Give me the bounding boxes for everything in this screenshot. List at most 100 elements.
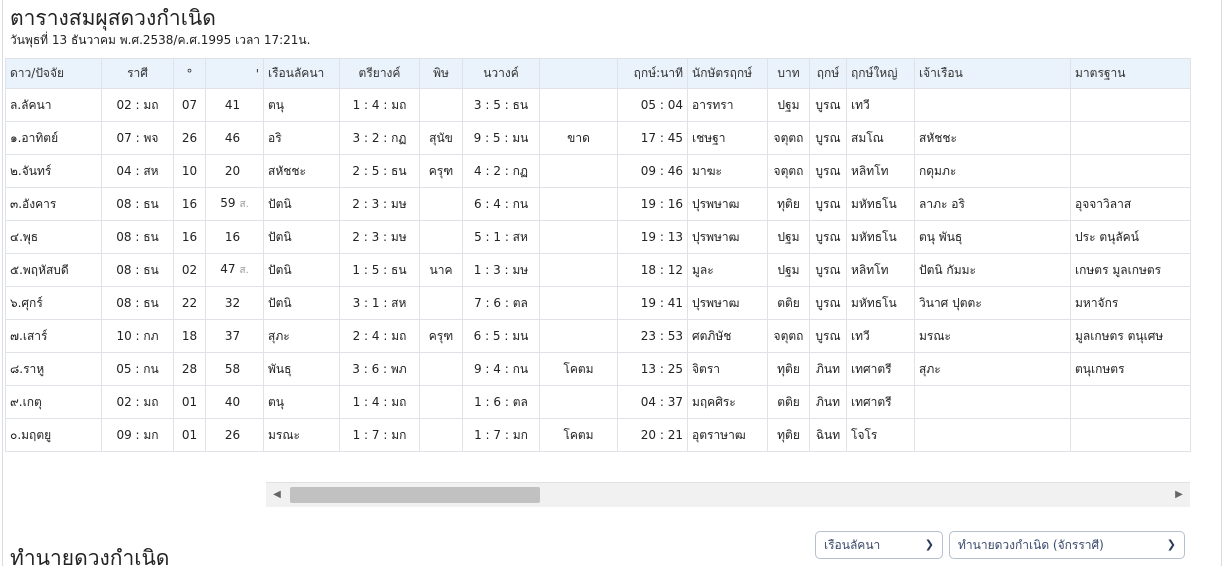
table-cell: มาฆะ: [687, 154, 768, 188]
chevron-down-icon: ❯: [924, 538, 934, 551]
table-cell: อารทรา: [687, 88, 768, 122]
column-header: ฤกษ์:นาที: [617, 58, 688, 89]
table-cell: ตติย: [767, 286, 810, 320]
table-cell: สมโณ: [846, 121, 915, 155]
table-cell: ครุฑ: [419, 319, 463, 353]
table-cell: [1070, 385, 1191, 419]
table-cell: ประ ตนุลัคน์: [1070, 220, 1191, 254]
minute-value: 41: [224, 98, 241, 112]
table-cell: 08 : ธน: [101, 187, 174, 221]
page-subtitle: วันพุธที่ 13 ธันวาคม พ.ศ.2538/ค.ศ.1995 เ…: [10, 33, 311, 47]
table-cell: 18: [173, 319, 206, 353]
table-cell: ภินท: [809, 385, 847, 419]
table-cell: [419, 220, 463, 254]
table-cell: หลิทโท: [846, 154, 915, 188]
table-cell: สุภะ: [263, 319, 340, 353]
arrow-left-icon[interactable]: ◀: [266, 483, 288, 507]
scrollbar-thumb[interactable]: [290, 487, 540, 503]
table-cell: [539, 253, 618, 287]
table-cell: ขาด: [539, 121, 618, 155]
table-cell: บูรณ: [809, 88, 847, 122]
column-header: มาตรฐาน: [1070, 58, 1191, 89]
table-cell: บูรณ: [809, 220, 847, 254]
table-cell: พันธุ: [263, 352, 340, 386]
table-cell: ปัตนิ: [263, 220, 340, 254]
prediction-select[interactable]: ทำนายดวงกำเนิด (จักรราศี) ❯: [949, 531, 1185, 559]
table-cell: บูรณ: [809, 319, 847, 353]
table-cell: นาค: [419, 253, 463, 287]
table-cell: 3 : 2 : กฏ: [339, 121, 420, 155]
table-cell: ตนุ พันธุ: [914, 220, 1071, 254]
table-cell: [419, 352, 463, 386]
table-cell: ทุติย: [767, 352, 810, 386]
table-cell: ศตภิษัช: [687, 319, 768, 353]
table-cell: ตนุ: [263, 88, 340, 122]
minute-suffix: ส.: [239, 199, 249, 210]
column-header: พิษ: [419, 58, 463, 89]
table-cell: 1 : 3 : มษ: [462, 253, 540, 287]
table-cell: 6 : 4 : กน: [462, 187, 540, 221]
table-cell: 2 : 3 : มษ: [339, 220, 420, 254]
table-row: ๘.ราหู 05 : กน 28 58 พันธุ 3 : 6 : พภ 9 : 4 : …: [5, 352, 1191, 386]
table-cell: อุตราษาฒ: [687, 418, 768, 452]
column-header: บาท: [767, 58, 810, 89]
table-cell: 09 : มก: [101, 418, 174, 452]
table-cell: สุนัข: [419, 121, 463, 155]
table-cell: [1070, 121, 1191, 155]
minute-value: 16: [224, 230, 241, 244]
table-cell: 7 : 6 : ตล: [462, 286, 540, 320]
column-header: เรือนลัคนา: [263, 58, 340, 89]
table-cell: 4 : 2 : กฏ: [462, 154, 540, 188]
table-cell: ปัตนิ: [263, 187, 340, 221]
minute-value: 47: [220, 262, 236, 276]
table-cell: บูรณ: [809, 187, 847, 221]
table-cell: 58: [205, 352, 264, 386]
minute-value: 32: [224, 296, 241, 310]
column-header: นักษัตรฤกษ์: [687, 58, 768, 89]
table-cell: กดุมภะ: [914, 154, 1071, 188]
table-cell: 46: [205, 121, 264, 155]
minute-value: 40: [224, 395, 241, 409]
table-cell: ปฐม: [767, 220, 810, 254]
minute-value: 26: [224, 428, 241, 442]
table-cell: เทวี: [846, 319, 915, 353]
table-cell: บูรณ: [809, 253, 847, 287]
table-cell: จตุตถ: [767, 121, 810, 155]
table-cell: โคตม: [539, 352, 618, 386]
column-header: ดาว/ปัจจัย: [5, 58, 102, 89]
table-cell: มหัทธโน: [846, 187, 915, 221]
table-cell: 13 : 25: [617, 352, 688, 386]
table-cell: ตนุ: [263, 385, 340, 419]
table-cell: 19 : 13: [617, 220, 688, 254]
arrow-right-icon[interactable]: ▶: [1168, 483, 1190, 507]
table-cell: มหัทธโน: [846, 286, 915, 320]
table-body: ล.ลัคนา 02 : มถ 07 41 ตนุ 1 : 4 : มถ 3 : 5 : ธ…: [5, 88, 1191, 452]
table-cell: ๔.พุธ: [5, 220, 102, 254]
table-cell: ปัตนิ: [263, 253, 340, 287]
table-cell: หลิทโท: [846, 253, 915, 287]
horizontal-scrollbar[interactable]: ◀ ▶: [266, 482, 1190, 507]
table-cell: 17 : 45: [617, 121, 688, 155]
column-header: [539, 58, 618, 89]
table-cell: 02 : มถ: [101, 88, 174, 122]
table-row: ๔.พุธ 08 : ธน 16 16 ปัตนิ 2 : 3 : มษ 5 : 1 : ส…: [5, 220, 1191, 254]
house-select-value: เรือนลัคนา: [824, 538, 881, 552]
table-cell: 18 : 12: [617, 253, 688, 287]
table-cell: [419, 187, 463, 221]
table-cell: [1070, 418, 1191, 452]
table-cell: 37: [205, 319, 264, 353]
table-row: ล.ลัคนา 02 : มถ 07 41 ตนุ 1 : 4 : มถ 3 : 5 : ธ…: [5, 88, 1191, 122]
table-cell: เทศาตรี: [846, 385, 915, 419]
table-cell: 6 : 5 : มน: [462, 319, 540, 353]
table-cell: อริ: [263, 121, 340, 155]
table-cell: [539, 385, 618, 419]
table-cell: 01: [173, 418, 206, 452]
table-cell: ลาภะ อริ: [914, 187, 1071, 221]
table-cell: ปุรพษาฒ: [687, 220, 768, 254]
table-cell: ปฐม: [767, 253, 810, 287]
table-cell: ฉินท: [809, 418, 847, 452]
house-select[interactable]: เรือนลัคนา ❯: [815, 531, 943, 559]
table-cell: 04 : 37: [617, 385, 688, 419]
table-cell: ๖.ศุกร์: [5, 286, 102, 320]
table-cell: 08 : ธน: [101, 220, 174, 254]
